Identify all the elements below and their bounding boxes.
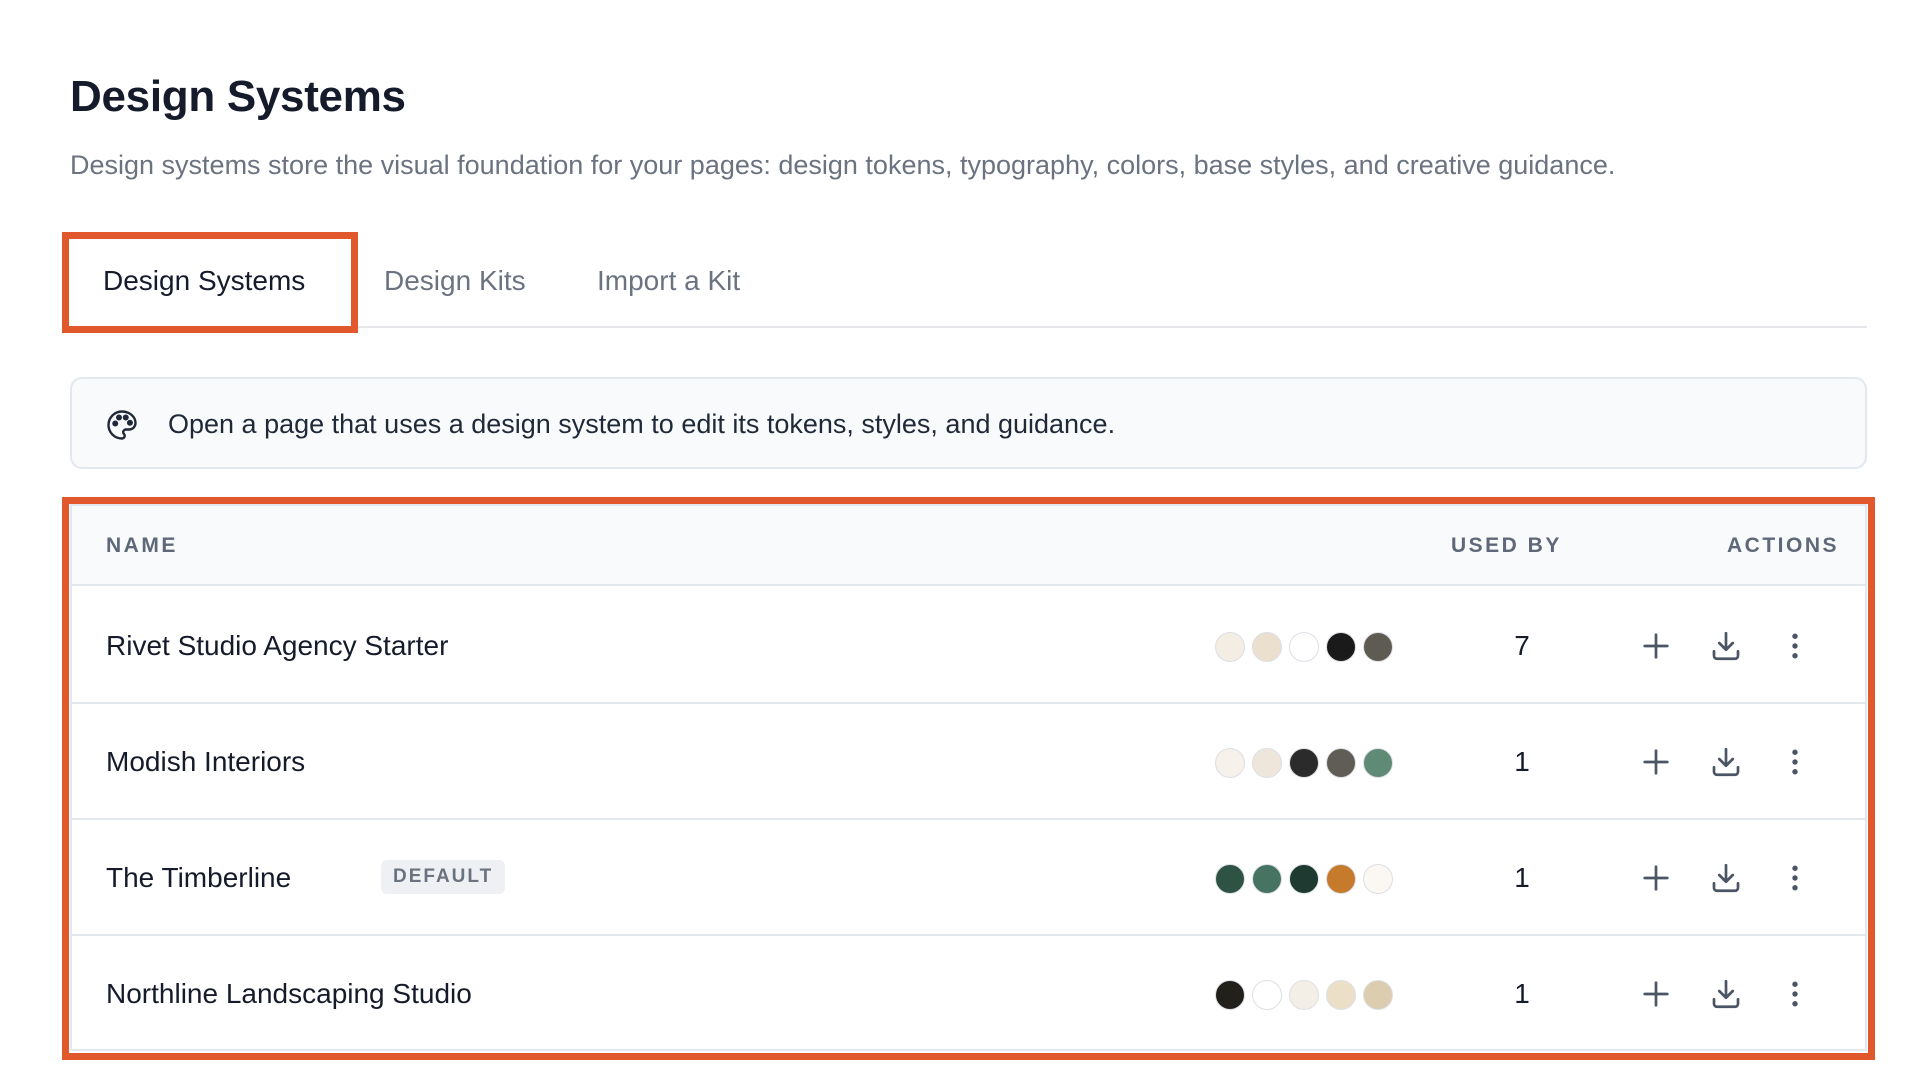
more-options-button[interactable] [1777, 860, 1813, 896]
table-row[interactable]: The Timberline DEFAULT 1 [72, 820, 1865, 936]
design-system-name[interactable]: Rivet Studio Agency Starter [106, 630, 448, 662]
more-options-button[interactable] [1777, 976, 1813, 1012]
plus-icon [1643, 749, 1669, 775]
color-swatch [1215, 748, 1245, 778]
page: Design Systems Design systems store the … [0, 0, 1920, 1080]
page-subtitle: Design systems store the visual foundati… [70, 150, 1616, 180]
table-header: NAME USED BY ACTIONS [72, 506, 1865, 586]
color-swatch [1252, 748, 1282, 778]
color-swatch [1289, 864, 1319, 894]
more-vertical-icon [1792, 981, 1798, 1007]
color-swatch [1326, 632, 1356, 662]
more-vertical-icon [1792, 633, 1798, 659]
color-swatch [1289, 748, 1319, 778]
color-swatch [1252, 632, 1282, 662]
tab-design-systems[interactable]: Design Systems [103, 255, 306, 330]
plus-icon [1643, 981, 1669, 1007]
active-tab-underline [103, 326, 306, 330]
color-swatches [1215, 864, 1415, 894]
tab-label: Design Kits [384, 265, 526, 296]
color-swatches [1215, 980, 1415, 1010]
tab-design-kits[interactable]: Design Kits [384, 255, 526, 328]
design-systems-table: NAME USED BY ACTIONS Rivet Studio Agency… [70, 504, 1867, 1051]
color-swatch [1363, 864, 1393, 894]
add-button[interactable] [1638, 628, 1674, 664]
color-swatch [1326, 980, 1356, 1010]
table-row[interactable]: Rivet Studio Agency Starter 7 [72, 588, 1865, 704]
color-swatches [1215, 632, 1415, 662]
download-icon [1712, 747, 1740, 777]
more-vertical-icon [1792, 749, 1798, 775]
color-swatch [1215, 864, 1245, 894]
table-row[interactable]: Modish Interiors 1 [72, 704, 1865, 820]
tab-label: Import a Kit [597, 265, 741, 296]
download-button[interactable] [1708, 976, 1744, 1012]
download-button[interactable] [1708, 628, 1744, 664]
color-swatches [1215, 748, 1415, 778]
page-title: Design Systems [70, 72, 406, 121]
design-system-name[interactable]: Northline Landscaping Studio [106, 978, 472, 1010]
used-by-count: 1 [1514, 978, 1530, 1009]
color-swatch [1363, 748, 1393, 778]
tab-import-a-kit[interactable]: Import a Kit [597, 255, 740, 328]
color-swatch [1363, 980, 1393, 1010]
download-icon [1712, 631, 1740, 661]
info-banner: Open a page that uses a design system to… [70, 377, 1867, 469]
add-button[interactable] [1638, 976, 1674, 1012]
used-by-count: 1 [1514, 746, 1530, 777]
used-by-count: 1 [1514, 862, 1530, 893]
color-swatch [1326, 864, 1356, 894]
tab-bar: Design Systems Design Kits Import a Kit [70, 255, 1867, 330]
plus-icon [1643, 865, 1669, 891]
design-system-name[interactable]: The Timberline [106, 862, 291, 894]
color-swatch [1215, 980, 1245, 1010]
color-swatch [1252, 980, 1282, 1010]
info-text: Open a page that uses a design system to… [168, 409, 1116, 439]
plus-icon [1643, 633, 1669, 659]
default-badge: DEFAULT [381, 860, 506, 894]
color-swatch [1326, 748, 1356, 778]
add-button[interactable] [1638, 860, 1674, 896]
download-icon [1712, 863, 1740, 893]
color-swatch [1363, 632, 1393, 662]
used-by-count: 7 [1514, 630, 1530, 661]
more-options-button[interactable] [1777, 628, 1813, 664]
color-swatch [1252, 864, 1282, 894]
table-row[interactable]: Northline Landscaping Studio 1 [72, 936, 1865, 1049]
design-system-name[interactable]: Modish Interiors [106, 746, 305, 778]
column-header-name: NAME [106, 534, 178, 557]
more-options-button[interactable] [1777, 744, 1813, 780]
download-button[interactable] [1708, 744, 1744, 780]
add-button[interactable] [1638, 744, 1674, 780]
column-header-actions: ACTIONS [1727, 534, 1839, 557]
tab-label: Design Systems [103, 265, 306, 296]
color-swatch [1215, 632, 1245, 662]
color-swatch [1289, 980, 1319, 1010]
column-header-used-by: USED BY [1451, 534, 1562, 557]
download-icon [1712, 979, 1740, 1009]
color-swatch [1289, 632, 1319, 662]
more-vertical-icon [1792, 865, 1798, 891]
download-button[interactable] [1708, 860, 1744, 896]
palette-icon [104, 407, 140, 443]
